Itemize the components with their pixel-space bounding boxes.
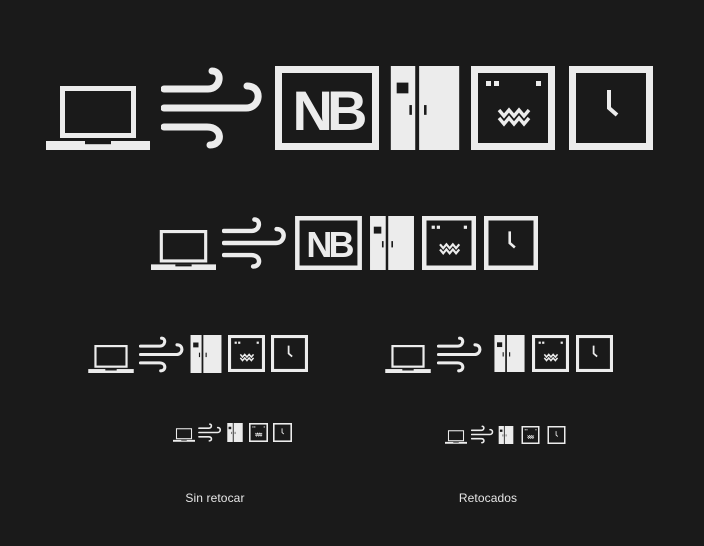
wind-icon [139,336,185,373]
microwave-icon [228,335,265,372]
wind-icon [198,423,222,442]
retouched-label: Retocados [458,491,518,505]
laptop-icon [445,430,467,444]
unretouched-label: Sin retocar [185,491,245,505]
refrigerator-icon [227,423,243,442]
refrigerator-icon [390,66,460,150]
clock-icon [271,335,308,372]
wind-icon [222,216,288,270]
clock-icon [569,66,653,150]
refrigerator-icon [190,335,222,373]
laptop-icon [88,345,134,373]
clock-icon [273,423,292,442]
microwave-icon [521,426,540,444]
refrigerator-icon [494,335,525,372]
laptop-icon [173,428,195,442]
nb-logo-icon: NB [275,66,379,150]
wind-icon [471,425,494,444]
microwave-icon [532,335,569,372]
laptop-icon [385,345,431,373]
clock-icon [484,216,538,270]
microwave-icon [422,216,476,270]
wind-icon [161,66,265,150]
nb-logo-icon: NB [295,216,362,270]
refrigerator-icon [498,426,514,444]
microwave-icon [249,423,268,442]
refrigerator-icon [370,216,414,270]
microwave-icon [471,66,555,150]
nb-logo-text: NB [293,79,365,142]
laptop-icon [151,230,216,270]
nb-logo-text: NB [306,224,353,265]
clock-icon [576,335,613,372]
wind-icon [437,336,483,373]
clock-icon [547,426,566,444]
laptop-icon [46,86,150,150]
